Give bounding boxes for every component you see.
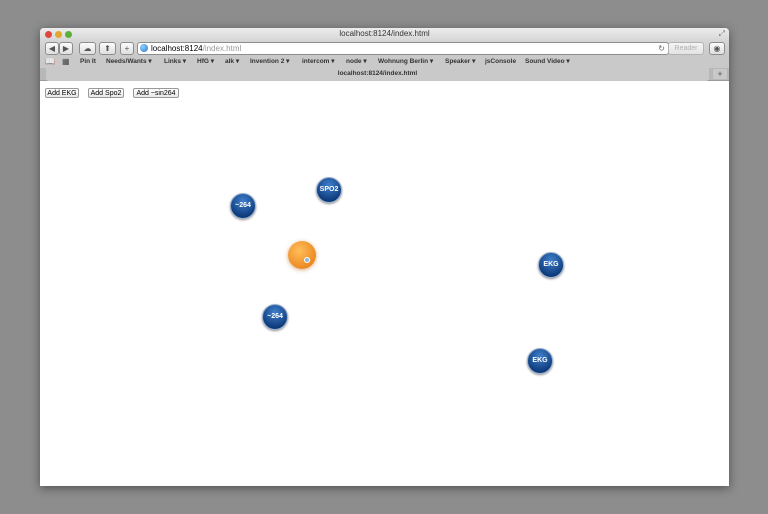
- bookmark-item[interactable]: Needs/Wants ▾: [106, 56, 152, 68]
- bookmark-item[interactable]: HfG ▾: [197, 56, 214, 68]
- bookmark-item[interactable]: Speaker ▾: [445, 56, 475, 68]
- share-button[interactable]: ⬆: [99, 42, 116, 55]
- page-content: Add EKG Add Spo2 Add ~sin264 SPO2 ~264 E…: [40, 81, 729, 486]
- ekg-node[interactable]: EKG: [538, 252, 564, 278]
- window-title: localhost:8124/index.html: [339, 29, 430, 38]
- address-bar[interactable]: localhost:8124/index.html ↻: [137, 42, 669, 55]
- tab-active[interactable]: localhost:8124/index.html: [46, 68, 709, 81]
- ekg-node[interactable]: EKG: [527, 348, 553, 374]
- bookmarks-bar: 📖 ▦ Pin It Needs/Wants ▾ Links ▾ HfG ▾ a…: [40, 56, 729, 68]
- add-spo2-button[interactable]: Add Spo2: [88, 88, 124, 98]
- bookmark-item[interactable]: alk ▾: [225, 56, 239, 68]
- bookmark-item[interactable]: Invention 2 ▾: [250, 56, 289, 68]
- reload-icon[interactable]: ↻: [658, 43, 665, 54]
- add-sin264-button[interactable]: Add ~sin264: [133, 88, 179, 98]
- master-orb[interactable]: [288, 241, 316, 269]
- spo2-node[interactable]: SPO2: [316, 177, 342, 203]
- reader-button[interactable]: Reader: [668, 42, 704, 55]
- back-button[interactable]: ◀: [45, 42, 59, 55]
- reading-list-icon[interactable]: 📖: [45, 56, 55, 68]
- bookmark-item[interactable]: Sound Video ▾: [525, 56, 570, 68]
- add-ekg-button[interactable]: Add EKG: [45, 88, 79, 98]
- orb-handle-icon: [304, 257, 310, 263]
- sin264-node[interactable]: ~264: [262, 304, 288, 330]
- globe-icon: [140, 44, 148, 52]
- bookmark-item[interactable]: Links ▾: [164, 56, 186, 68]
- title-bar: localhost:8124/index.html ⤢: [40, 28, 729, 41]
- downloads-button[interactable]: ◉: [709, 42, 725, 55]
- fullscreen-icon[interactable]: ⤢: [719, 29, 725, 39]
- top-sites-icon[interactable]: ▦: [62, 56, 70, 68]
- bookmark-item[interactable]: jsConsole: [485, 56, 516, 68]
- forward-button[interactable]: ▶: [59, 42, 73, 55]
- sin264-node[interactable]: ~264: [230, 193, 256, 219]
- browser-window: localhost:8124/index.html ⤢ ◀ ▶ ☁ ⬆ + lo…: [40, 28, 729, 486]
- address-text: localhost:8124/index.html: [151, 44, 242, 53]
- bookmark-item[interactable]: node ▾: [346, 56, 367, 68]
- add-bookmark-button[interactable]: +: [120, 42, 134, 55]
- bookmark-item[interactable]: Pin It: [80, 56, 96, 68]
- new-tab-button[interactable]: +: [713, 69, 727, 79]
- toolbar: ◀ ▶ ☁ ⬆ + localhost:8124/index.html ↻ Re…: [40, 41, 729, 56]
- bookmark-item[interactable]: intercom ▾: [302, 56, 335, 68]
- bookmark-item[interactable]: Wohnung Berlin ▾: [378, 56, 433, 68]
- icloud-tabs-button[interactable]: ☁: [79, 42, 96, 55]
- tab-bar: localhost:8124/index.html +: [40, 68, 729, 81]
